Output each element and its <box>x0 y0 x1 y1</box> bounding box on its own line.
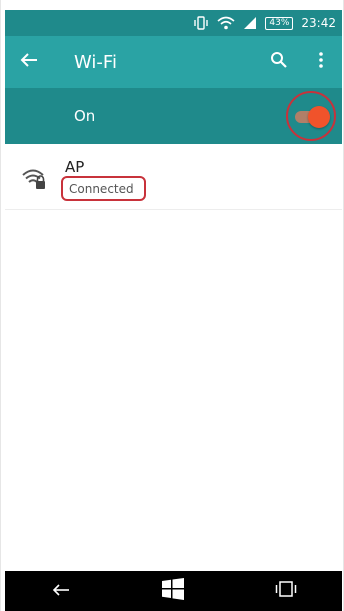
app-bar: Wi-Fi <box>5 36 342 88</box>
wifi-toggle-label: On <box>74 107 96 125</box>
status-time: 23:42 <box>301 16 336 30</box>
network-list-item[interactable]: AP Connected <box>5 144 342 210</box>
wifi-toggle-row[interactable]: On <box>5 88 342 144</box>
search-icon <box>270 51 288 73</box>
annotation-circle <box>286 91 336 141</box>
overflow-menu-button[interactable] <box>300 36 342 88</box>
task-view-icon <box>275 581 297 601</box>
arrow-left-icon <box>20 52 38 72</box>
vibrate-icon <box>193 16 209 30</box>
network-text: AP Connected <box>61 144 146 201</box>
status-bar: 43% 23:42 <box>5 10 342 36</box>
back-button[interactable] <box>5 36 53 88</box>
overflow-menu-icon <box>318 51 324 73</box>
signal-icon <box>243 16 257 30</box>
network-status-wrap: Connected <box>61 176 146 201</box>
search-button[interactable] <box>258 36 300 88</box>
nav-start-button[interactable] <box>143 571 203 611</box>
battery-icon: 43% <box>265 16 294 30</box>
phone-screen: 43% 23:42 Wi-Fi On AP Connected <box>0 0 344 611</box>
network-name: AP <box>65 158 85 176</box>
back-icon <box>52 582 70 601</box>
annotation-box <box>61 176 146 201</box>
wifi-icon <box>217 16 235 30</box>
windows-start-icon <box>161 577 185 605</box>
page-title: Wi-Fi <box>74 51 117 73</box>
wifi-locked-icon <box>5 144 65 210</box>
navigation-bar <box>5 571 342 611</box>
nav-back-button[interactable] <box>31 571 91 611</box>
nav-task-view-button[interactable] <box>256 571 316 611</box>
wifi-switch[interactable] <box>286 91 336 141</box>
